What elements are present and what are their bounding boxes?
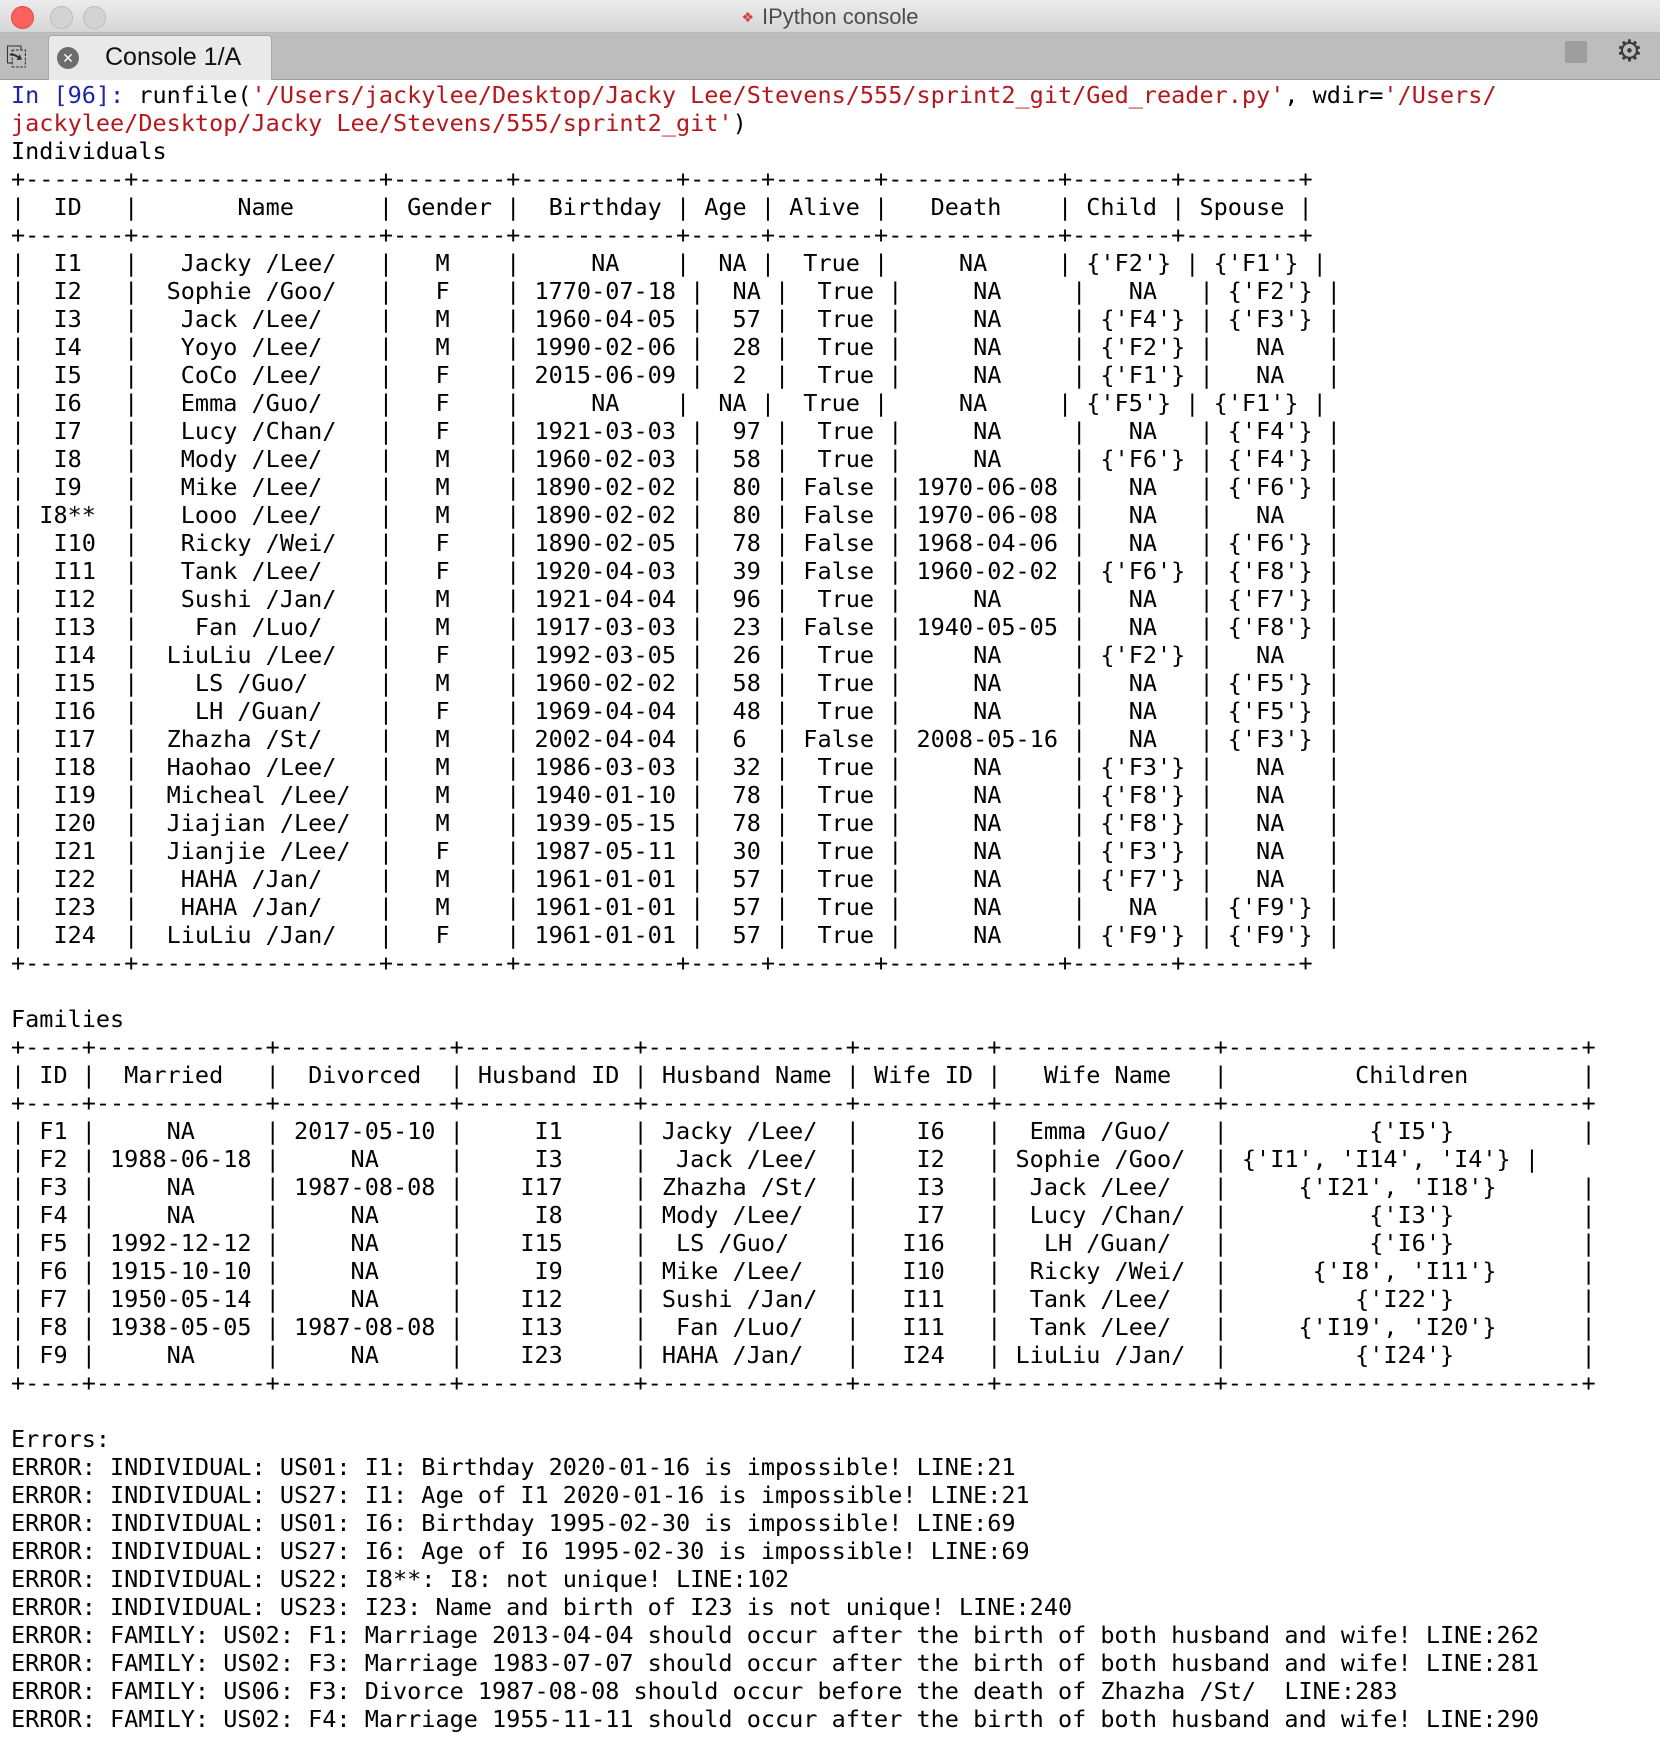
output-line: | I3 | Jack /Lee/ | M | 1960-04-05 | 57 … — [11, 305, 1341, 333]
output-line: ERROR: INDIVIDUAL: US01: I6: Birthday 19… — [11, 1509, 1016, 1537]
output-line: | I8 | Mody /Lee/ | M | 1960-02-03 | 58 … — [11, 445, 1341, 473]
output-line: | I2 | Sophie /Goo/ | F | 1770-07-18 | N… — [11, 277, 1341, 305]
output-line: | I17 | Zhazha /St/ | M | 2002-04-04 | 6… — [11, 725, 1341, 753]
output-line: +-------+-----------------+--------+----… — [11, 165, 1313, 193]
command-sep: , wdir= — [1284, 81, 1384, 109]
output-line: ERROR: FAMILY: US02: F3: Marriage 1983-0… — [11, 1649, 1540, 1677]
output-line: +-------+-----------------+--------+----… — [11, 221, 1313, 249]
output-line: +----+------------+------------+--------… — [11, 1033, 1596, 1061]
python-icon: ❖ — [741, 9, 754, 25]
output-line: ERROR: INDIVIDUAL: US27: I1: Age of I1 2… — [11, 1481, 1030, 1509]
output-line: | I24 | LiuLiu /Jan/ | F | 1961-01-01 | … — [11, 921, 1341, 949]
output-line: | I12 | Sushi /Jan/ | M | 1921-04-04 | 9… — [11, 585, 1341, 613]
output-line: ERROR: FAMILY: US02: F4: Marriage 1955-1… — [11, 1705, 1540, 1733]
input-prompt-line: In [96]: runfile('/Users/jackylee/Deskto… — [11, 81, 1656, 109]
prompt-label: In [ — [11, 81, 68, 109]
output-line: | ID | Married | Divorced | Husband ID |… — [11, 1061, 1596, 1089]
output-line: | I7 | Lucy /Chan/ | F | 1921-03-03 | 97… — [11, 417, 1341, 445]
output-line: | I8** | Looo /Lee/ | M | 1890-02-02 | 8… — [11, 501, 1341, 529]
console-tab-bar: ⎘ ✕ Console 1/A ⚙ — [0, 33, 1660, 80]
command-end: ) — [732, 109, 747, 137]
output-line: | F1 | NA | 2017-05-10 | I1 | Jacky /Lee… — [11, 1117, 1596, 1145]
command-wdir-part1: '/Users/ — [1383, 81, 1497, 109]
console-output-lines: Individuals +-------+-----------------+--… — [11, 137, 1656, 1733]
output-line: ERROR: FAMILY: US02: F1: Marriage 2013-0… — [11, 1621, 1540, 1649]
command-wdir-part2: jackylee/Desktop/Jacky Lee/Stevens/555/s… — [11, 109, 733, 137]
output-line: | I20 | Jiajian /Lee/ | M | 1939-05-15 |… — [11, 809, 1341, 837]
output-line: | I22 | HAHA /Jan/ | M | 1961-01-01 | 57… — [11, 865, 1341, 893]
window-title-wrap: ❖ IPython console — [0, 4, 1660, 30]
output-line: Errors: — [11, 1425, 111, 1453]
output-line: | I10 | Ricky /Wei/ | F | 1890-02-05 | 7… — [11, 529, 1341, 557]
output-line: | I11 | Tank /Lee/ | F | 1920-04-03 | 39… — [11, 557, 1341, 585]
output-line: | F3 | NA | 1987-08-08 | I17 | Zhazha /S… — [11, 1173, 1596, 1201]
tab-options-icon[interactable]: ⎘ — [6, 41, 27, 73]
tab-label: Console 1/A — [105, 43, 242, 71]
window-title: IPython console — [762, 4, 919, 29]
output-line: | F2 | 1988-06-18 | NA | I3 | Jack /Lee/… — [11, 1145, 1540, 1173]
output-line: | I9 | Mike /Lee/ | M | 1890-02-02 | 80 … — [11, 473, 1341, 501]
output-line: ERROR: INDIVIDUAL: US23: I23: Name and b… — [11, 1593, 1073, 1621]
output-line: ERROR: INDIVIDUAL: US01: I1: Birthday 20… — [11, 1453, 1016, 1481]
output-line: | F4 | NA | NA | I8 | Mody /Lee/ | I7 | … — [11, 1201, 1596, 1229]
output-line: | I19 | Micheal /Lee/ | M | 1940-01-10 |… — [11, 781, 1341, 809]
command-path: '/Users/jackylee/Desktop/Jacky Lee/Steve… — [251, 81, 1285, 109]
output-line: | I18 | Haohao /Lee/ | M | 1986-03-03 | … — [11, 753, 1341, 781]
output-line: | ID | Name | Gender | Birthday | Age | … — [11, 193, 1313, 221]
output-line: | F9 | NA | NA | I23 | HAHA /Jan/ | I24 … — [11, 1341, 1596, 1369]
output-line: | I14 | LiuLiu /Lee/ | F | 1992-03-05 | … — [11, 641, 1341, 669]
stop-icon[interactable] — [1565, 41, 1587, 63]
output-line: ERROR: INDIVIDUAL: US22: I8**: I8: not u… — [11, 1565, 790, 1593]
output-line: | I16 | LH /Guan/ | F | 1969-04-04 | 48 … — [11, 697, 1341, 725]
output-line: | F7 | 1950-05-14 | NA | I12 | Sushi /Ja… — [11, 1285, 1596, 1313]
output-line: | F6 | 1915-10-10 | NA | I9 | Mike /Lee/… — [11, 1257, 1596, 1285]
tab-console-1a[interactable]: ✕ Console 1/A — [48, 35, 272, 80]
output-line: +----+------------+------------+--------… — [11, 1089, 1596, 1117]
output-line: | I15 | LS /Guo/ | M | 1960-02-02 | 58 |… — [11, 669, 1341, 697]
prompt-number: 96 — [67, 81, 96, 109]
output-line: | I23 | HAHA /Jan/ | M | 1961-01-01 | 57… — [11, 893, 1341, 921]
output-line: | I6 | Emma /Guo/ | F | NA | NA | True |… — [11, 389, 1327, 417]
output-line: | F8 | 1938-05-05 | 1987-08-08 | I13 | F… — [11, 1313, 1596, 1341]
output-line: | I1 | Jacky /Lee/ | M | NA | NA | True … — [11, 249, 1327, 277]
prompt-close: ]: — [95, 81, 139, 109]
console-output[interactable]: In [96]: runfile('/Users/jackylee/Deskto… — [11, 81, 1656, 1733]
output-line: Individuals — [11, 137, 167, 165]
input-continuation-line: jackylee/Desktop/Jacky Lee/Stevens/555/s… — [11, 109, 1656, 137]
output-line: | I21 | Jianjie /Lee/ | F | 1987-05-11 |… — [11, 837, 1341, 865]
window-titlebar: ❖ IPython console — [0, 0, 1660, 33]
gear-icon[interactable]: ⚙ — [1616, 34, 1643, 69]
output-line: ERROR: FAMILY: US06: F3: Divorce 1987-08… — [11, 1677, 1398, 1705]
output-line: | I4 | Yoyo /Lee/ | M | 1990-02-06 | 28 … — [11, 333, 1341, 361]
output-line: | F5 | 1992-12-12 | NA | I15 | LS /Guo/ … — [11, 1229, 1596, 1257]
close-icon[interactable]: ✕ — [57, 47, 79, 69]
output-line: +----+------------+------------+--------… — [11, 1369, 1596, 1397]
command-runfile: runfile( — [138, 81, 252, 109]
output-line: | I13 | Fan /Luo/ | M | 1917-03-03 | 23 … — [11, 613, 1341, 641]
output-line: ERROR: INDIVIDUAL: US27: I6: Age of I6 1… — [11, 1537, 1030, 1565]
output-line: | I5 | CoCo /Lee/ | F | 2015-06-09 | 2 |… — [11, 361, 1341, 389]
output-line: +-------+-----------------+--------+----… — [11, 949, 1313, 977]
output-line: Families — [11, 1005, 125, 1033]
